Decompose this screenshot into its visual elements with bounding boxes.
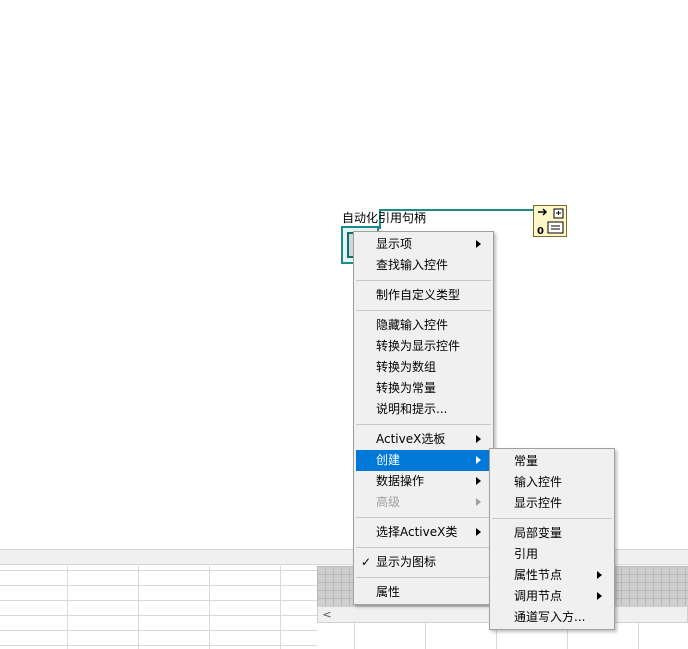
submenu-item-channel-writer[interactable]: 通道写入方... [492, 607, 612, 628]
submenu-arrow-icon [476, 435, 481, 443]
submenu-arrow-icon [476, 498, 481, 506]
invoke-node-icon: 0 [537, 208, 564, 237]
menu-item-change-to-array[interactable]: 转换为数组 [356, 357, 491, 378]
menu-item-create[interactable]: 创建 [356, 450, 491, 471]
menu-item-description-tip[interactable]: 说明和提示... [356, 399, 491, 420]
submenu-item-reference[interactable]: 引用 [492, 544, 612, 565]
menu-item-hide-control[interactable]: 隐藏输入控件 [356, 315, 491, 336]
create-submenu: 常量 输入控件 显示控件 局部变量 引用 属性节点 调用节点 通道写入方... [489, 448, 615, 630]
submenu-arrow-icon [597, 592, 602, 600]
checkmark-icon: ✓ [361, 555, 372, 569]
submenu-arrow-icon [476, 240, 481, 248]
submenu-item-control[interactable]: 输入控件 [492, 472, 612, 493]
menu-item-find-control[interactable]: 查找输入控件 [356, 255, 491, 276]
submenu-arrow-icon [476, 528, 481, 536]
menu-separator [356, 517, 491, 518]
menu-separator [356, 547, 491, 548]
menu-item-change-to-constant[interactable]: 转换为常量 [356, 378, 491, 399]
menu-separator [356, 310, 491, 311]
context-menu: 显示项 查找输入控件 制作自定义类型 隐藏输入控件 转换为显示控件 转换为数组 … [353, 231, 494, 605]
submenu-item-constant[interactable]: 常量 [492, 451, 612, 472]
scroll-left-arrow-icon[interactable]: < [320, 607, 334, 622]
menu-item-view-as-icon[interactable]: ✓ 显示为图标 [356, 552, 491, 573]
submenu-arrow-icon [476, 456, 481, 464]
submenu-item-property-node[interactable]: 属性节点 [492, 565, 612, 586]
menu-separator [356, 577, 491, 578]
menu-item-properties[interactable]: 属性 [356, 582, 491, 603]
menu-separator [356, 280, 491, 281]
menu-separator [356, 424, 491, 425]
submenu-item-local-variable[interactable]: 局部变量 [492, 523, 612, 544]
invoke-node[interactable]: 0 [533, 205, 567, 237]
menu-item-data-operations[interactable]: 数据操作 [356, 471, 491, 492]
menu-item-activex-palette[interactable]: ActiveX选板 [356, 429, 491, 450]
menu-item-show-items[interactable]: 显示项 [356, 234, 491, 255]
submenu-item-indicator[interactable]: 显示控件 [492, 493, 612, 514]
submenu-arrow-icon [476, 477, 481, 485]
svg-text:0: 0 [537, 226, 544, 237]
menu-separator [492, 518, 612, 519]
menu-item-change-to-indicator[interactable]: 转换为显示控件 [356, 336, 491, 357]
submenu-item-invoke-node[interactable]: 调用节点 [492, 586, 612, 607]
grid-left [0, 566, 317, 649]
menu-item-select-activex-class[interactable]: 选择ActiveX类 [356, 522, 491, 543]
control-label[interactable]: 自动化引用句柄 [342, 209, 426, 226]
submenu-arrow-icon [597, 571, 602, 579]
menu-item-advanced: 高级 [356, 492, 491, 513]
menu-item-make-typedef[interactable]: 制作自定义类型 [356, 285, 491, 306]
